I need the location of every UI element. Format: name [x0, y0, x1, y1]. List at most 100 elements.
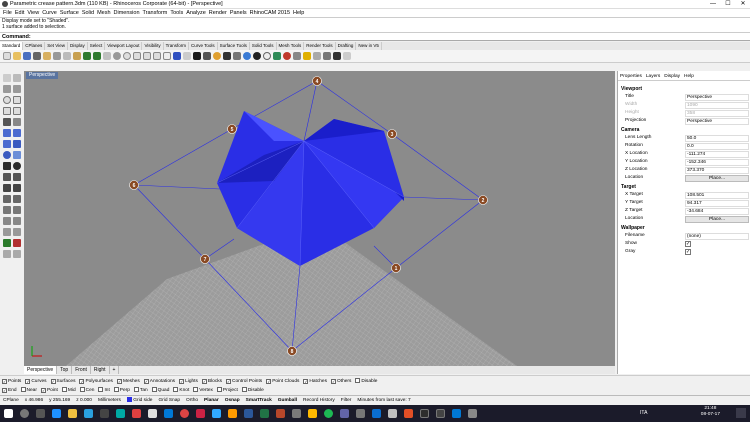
filter-checkbox[interactable]: ✓ Lights	[179, 377, 198, 386]
menu-item[interactable]: Curve	[42, 9, 57, 17]
mesh-icon[interactable]	[13, 151, 21, 159]
filter-checkbox[interactable]: ✓ Meshes	[116, 377, 140, 386]
crease-model[interactable]	[216, 111, 405, 267]
render-preview-icon[interactable]	[263, 52, 271, 60]
toolbar-tab[interactable]: Mesh Tools	[277, 42, 305, 50]
spotify-icon[interactable]	[324, 409, 333, 418]
cut-icon[interactable]	[53, 52, 61, 60]
toolbar-tab[interactable]: CPlanes	[23, 42, 46, 50]
app-icon-8[interactable]	[340, 409, 349, 418]
gear-icon[interactable]	[323, 52, 331, 60]
open-folder-icon[interactable]	[13, 52, 21, 60]
toolbar-tab[interactable]: Viewport Layout	[105, 42, 143, 50]
loft-icon[interactable]	[13, 129, 21, 137]
close-button[interactable]: ✕	[736, 0, 750, 9]
place-camera-button[interactable]: Place...	[685, 175, 749, 182]
import-icon[interactable]	[43, 52, 51, 60]
excel-icon[interactable]	[260, 409, 269, 418]
properties-tab[interactable]: Properties	[618, 73, 644, 81]
undo-icon[interactable]	[83, 52, 91, 60]
hatch-icon[interactable]	[13, 228, 21, 236]
menu-item[interactable]: Analyze	[186, 9, 206, 17]
trim-icon[interactable]	[3, 184, 11, 192]
viewport-title[interactable]: Perspective	[26, 72, 59, 79]
prop-value[interactable]: 50.0	[685, 135, 749, 142]
osnap-checkbox[interactable]: Knot	[173, 386, 189, 395]
osnap-checkbox[interactable]: Quad	[151, 386, 169, 395]
box-icon[interactable]	[13, 140, 21, 148]
chamfer-icon[interactable]	[13, 173, 21, 181]
render-icon[interactable]	[243, 52, 251, 60]
app-icon-11[interactable]	[388, 409, 397, 418]
zoom-window-icon[interactable]	[133, 52, 141, 60]
help-tab[interactable]: Help	[682, 73, 696, 81]
zoom-selected-icon[interactable]	[153, 52, 161, 60]
notifications-icon[interactable]	[736, 408, 746, 418]
surface-icon[interactable]	[3, 129, 11, 137]
maximize-button[interactable]: ☐	[721, 0, 735, 9]
layout-icon[interactable]	[3, 250, 11, 258]
toolbar-tab[interactable]: Drafting	[336, 42, 357, 50]
viewport-tab[interactable]: Perspective	[24, 366, 58, 374]
filename-select[interactable]: (none)	[685, 233, 749, 240]
pan-icon[interactable]	[103, 52, 111, 60]
show-checkbox[interactable]: ✓	[685, 241, 691, 247]
prop-value[interactable]: -34.684	[685, 208, 749, 215]
curve-icon[interactable]	[13, 85, 21, 93]
gray-checkbox[interactable]: ✓	[685, 249, 691, 255]
sphere-icon[interactable]	[273, 52, 281, 60]
add-viewport-button[interactable]: +	[110, 366, 120, 374]
options-icon[interactable]	[293, 52, 301, 60]
boolean-icon[interactable]	[3, 162, 11, 170]
point-icon[interactable]	[13, 74, 21, 82]
prop-value[interactable]: 373.370	[685, 167, 749, 174]
app-icon-10[interactable]	[372, 409, 381, 418]
app-icon-4[interactable]	[164, 409, 173, 418]
menu-item[interactable]: Tools	[170, 9, 183, 17]
filter-checkbox[interactable]: ✓ Blocks	[201, 377, 222, 386]
four-viewports-icon[interactable]	[163, 52, 171, 60]
prop-value[interactable]: -111.274	[685, 151, 749, 158]
store-icon[interactable]	[84, 409, 93, 418]
filter-checkbox[interactable]: ✓ Annotations	[143, 377, 175, 386]
perspective-viewport[interactable]: 1 2 3 4 5 6 7 8	[24, 71, 615, 366]
osnap-checkbox[interactable]: Int	[98, 386, 110, 395]
filter-checkbox[interactable]: ✓ Hatches	[303, 377, 327, 386]
prop-value[interactable]: 108.501	[685, 192, 749, 199]
menu-item[interactable]: Help	[293, 9, 304, 17]
array-icon[interactable]	[3, 217, 11, 225]
measure-icon[interactable]	[313, 52, 321, 60]
curve-from-object-icon[interactable]	[13, 118, 21, 126]
select-arrow-icon[interactable]	[3, 74, 11, 82]
menu-item[interactable]: Transform	[143, 9, 168, 17]
arc-icon[interactable]	[13, 96, 21, 104]
osnap-checkbox[interactable]: Perp	[113, 386, 130, 395]
prop-value[interactable]: -152.346	[685, 159, 749, 166]
move-icon[interactable]	[3, 195, 11, 203]
viewport-tab[interactable]: Front	[72, 366, 91, 374]
filter-checkbox[interactable]: ✓ Point Clouds	[266, 377, 299, 386]
toolbar-tab[interactable]: Display	[68, 42, 88, 50]
osnap-checkbox[interactable]: Project	[216, 386, 238, 395]
prop-value[interactable]: 0.0	[685, 143, 749, 150]
filter-checkbox[interactable]: ✓ Others	[331, 377, 351, 386]
menu-item[interactable]: Edit	[15, 9, 24, 17]
app-icon-5[interactable]	[196, 409, 205, 418]
app-icon-14[interactable]	[436, 409, 445, 418]
extrude-icon[interactable]	[3, 140, 11, 148]
cap-icon[interactable]	[283, 52, 291, 60]
prop-value[interactable]: 94.317	[685, 200, 749, 207]
fillet-icon[interactable]	[3, 173, 11, 181]
viewport-tab[interactable]: Top	[57, 366, 73, 374]
filter-checkbox[interactable]: ✓ Control Points	[226, 377, 262, 386]
osnap-checkbox[interactable]: Disable	[241, 386, 264, 395]
menu-item[interactable]: View	[27, 9, 39, 17]
paste-icon[interactable]	[73, 52, 81, 60]
chrome-icon[interactable]	[180, 409, 189, 418]
app-icon-7[interactable]	[308, 409, 317, 418]
menu-item[interactable]: Solid	[82, 9, 94, 17]
toolbar-tab[interactable]: Select	[88, 42, 106, 50]
powerpoint-icon[interactable]	[276, 409, 285, 418]
place-target-button[interactable]: Place...	[685, 216, 749, 223]
properties-icon[interactable]	[233, 52, 241, 60]
